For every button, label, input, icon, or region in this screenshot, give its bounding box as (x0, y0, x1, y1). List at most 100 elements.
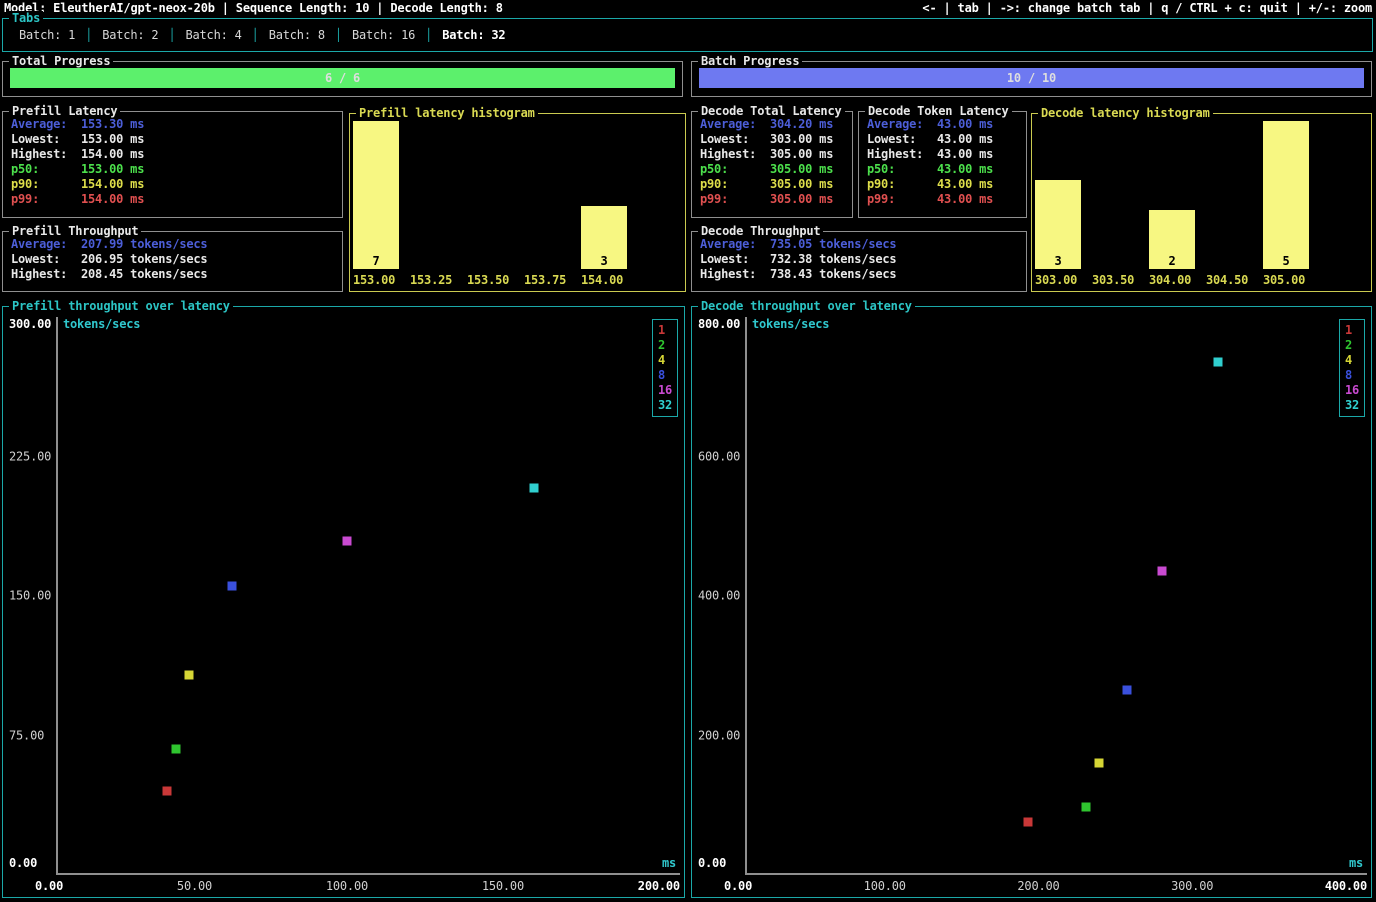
decode-scatter-plot (745, 317, 1367, 875)
tab-separator: │ (85, 28, 92, 43)
scatter-point-batch-8 (1122, 685, 1131, 694)
legend-entry-batch-1: 1 (658, 323, 665, 338)
prefill-latency-histogram-panel: Prefill latency histogram 73 153.00153.2… (349, 113, 686, 292)
batch-progress-bar: 10 / 10 (699, 68, 1364, 88)
histogram-bar-count: 5 (1263, 254, 1309, 269)
decode-scatter-panel: Decode throughput over latency 800.00600… (691, 306, 1372, 898)
scatter-point-batch-16 (1158, 567, 1167, 576)
scatter-point-batch-2 (1082, 802, 1091, 811)
stat-row-p90: p90:305.00 ms (700, 177, 848, 192)
y-tick: 800.00 (698, 317, 740, 332)
stat-value: 153.00 ms (81, 162, 144, 176)
stat-row-average: Average:153.30 ms (11, 117, 338, 132)
stat-row-average: Average:304.20 ms (700, 117, 848, 132)
stat-row-highest: Highest:208.45 tokens/secs (11, 267, 338, 282)
decode-token-latency-stats: Average:43.00 msLowest:43.00 msHighest:4… (867, 117, 1022, 207)
batch-progress-title: Batch Progress (698, 54, 802, 69)
benchmark-tui: Model: EleutherAI/gpt-neox-20b | Sequenc… (0, 0, 1376, 902)
stat-value: 305.00 ms (770, 147, 833, 161)
decode-latency-histogram-x-axis: 303.00303.50304.00304.50305.00 (1035, 273, 1368, 288)
histogram-x-tick: 154.00 (581, 273, 627, 288)
y-tick: 150.00 (9, 589, 51, 604)
tab-batch-2[interactable]: Batch: 2 (92, 28, 168, 43)
prefill-scatter-x-axis: 0.0050.00100.00150.00200.00 (35, 879, 680, 894)
histogram-x-tick: 304.50 (1206, 273, 1252, 288)
decode-scatter-x-unit: ms (1349, 856, 1363, 871)
stat-label: p50: (867, 162, 937, 177)
stat-label: Average: (700, 237, 770, 252)
stat-row-highest: Highest:738.43 tokens/secs (700, 267, 1022, 282)
stat-label: p50: (700, 162, 770, 177)
legend-entry-batch-8: 8 (658, 368, 665, 383)
stat-label: Lowest: (11, 252, 81, 267)
decode-scatter-title: Decode throughput over latency (698, 299, 915, 314)
legend-entry-batch-4: 4 (658, 353, 665, 368)
stat-value: 303.00 ms (770, 132, 833, 146)
tab-batch-8[interactable]: Batch: 8 (259, 28, 335, 43)
stat-row-p90: p90:154.00 ms (11, 177, 338, 192)
histogram-x-tick: 153.50 (467, 273, 513, 288)
scatter-point-batch-1 (162, 787, 171, 796)
histogram-bar-count: 7 (353, 254, 399, 269)
tab-batch-16[interactable]: Batch: 16 (342, 28, 425, 43)
y-tick: 75.00 (9, 728, 44, 743)
stat-row-highest: Highest:305.00 ms (700, 147, 848, 162)
histogram-bar-count: 3 (1035, 254, 1081, 269)
legend-entry-batch-2: 2 (1345, 338, 1352, 353)
stat-label: p50: (11, 162, 81, 177)
stat-value: 154.00 ms (81, 177, 144, 191)
stat-label: Lowest: (700, 252, 770, 267)
prefill-scatter-panel: Prefill throughput over latency 300.0022… (2, 306, 685, 898)
tab-batch-4[interactable]: Batch: 4 (175, 28, 251, 43)
stat-row-average: Average:735.05 tokens/secs (700, 237, 1022, 252)
stat-value: 304.20 ms (770, 117, 833, 131)
stat-label: Highest: (11, 147, 81, 162)
stat-value: 207.99 tokens/secs (81, 237, 207, 251)
stat-label: p99: (11, 192, 81, 207)
histogram-x-tick: 303.50 (1092, 273, 1138, 288)
scatter-point-batch-2 (172, 744, 181, 753)
legend-entry-batch-4: 4 (1345, 353, 1352, 368)
stat-row-p50: p50:305.00 ms (700, 162, 848, 177)
stat-value: 43.00 ms (937, 192, 993, 206)
histogram-bar: 3 (581, 206, 627, 269)
histogram-x-tick: 153.25 (410, 273, 456, 288)
stat-value: 43.00 ms (937, 132, 993, 146)
stat-row-highest: Highest:154.00 ms (11, 147, 338, 162)
x-tick: 0.00 (724, 879, 752, 894)
stat-label: Average: (700, 117, 770, 132)
stat-row-p50: p50:43.00 ms (867, 162, 1022, 177)
legend-entry-batch-8: 8 (1345, 368, 1352, 383)
scatter-point-batch-32 (1214, 358, 1223, 367)
histogram-bar: 2 (1149, 210, 1195, 269)
tab-batch-1[interactable]: Batch: 1 (9, 28, 85, 43)
stat-label: Lowest: (700, 132, 770, 147)
stat-value: 305.00 ms (770, 162, 833, 176)
x-tick: 400.00 (1325, 879, 1367, 894)
stat-label: p99: (867, 192, 937, 207)
stat-row-p99: p99:43.00 ms (867, 192, 1022, 207)
x-tick: 50.00 (177, 879, 212, 894)
decode-latency-histogram-panel: Decode latency histogram 325 303.00303.5… (1031, 113, 1372, 292)
scatter-point-batch-4 (184, 670, 193, 679)
y-tick: 300.00 (9, 317, 51, 332)
decode-scatter-y-axis: 800.00600.00400.00200.000.00 (698, 317, 744, 875)
stat-value: 43.00 ms (937, 162, 993, 176)
stat-row-average: Average:43.00 ms (867, 117, 1022, 132)
tab-batch-32[interactable]: Batch: 32 (432, 28, 515, 43)
total-progress-value: 6 / 6 (10, 68, 675, 88)
x-tick: 100.00 (864, 879, 906, 894)
batch-progress-panel: Batch Progress 10 / 10 (691, 61, 1372, 97)
x-tick: 0.00 (35, 879, 63, 894)
prefill-scatter-x-unit: ms (662, 856, 676, 871)
stat-value: 43.00 ms (937, 117, 993, 131)
y-tick: 225.00 (9, 449, 51, 464)
histogram-x-tick: 153.75 (524, 273, 570, 288)
x-tick: 300.00 (1171, 879, 1213, 894)
stat-row-average: Average:207.99 tokens/secs (11, 237, 338, 252)
tabs-panel: Tabs Batch: 1│Batch: 2│Batch: 4│Batch: 8… (2, 18, 1373, 52)
stat-label: p90: (867, 177, 937, 192)
stat-value: 735.05 tokens/secs (770, 237, 896, 251)
prefill-scatter-y-axis: 300.00225.00150.0075.000.00 (9, 317, 55, 875)
tab-separator: │ (252, 28, 259, 43)
